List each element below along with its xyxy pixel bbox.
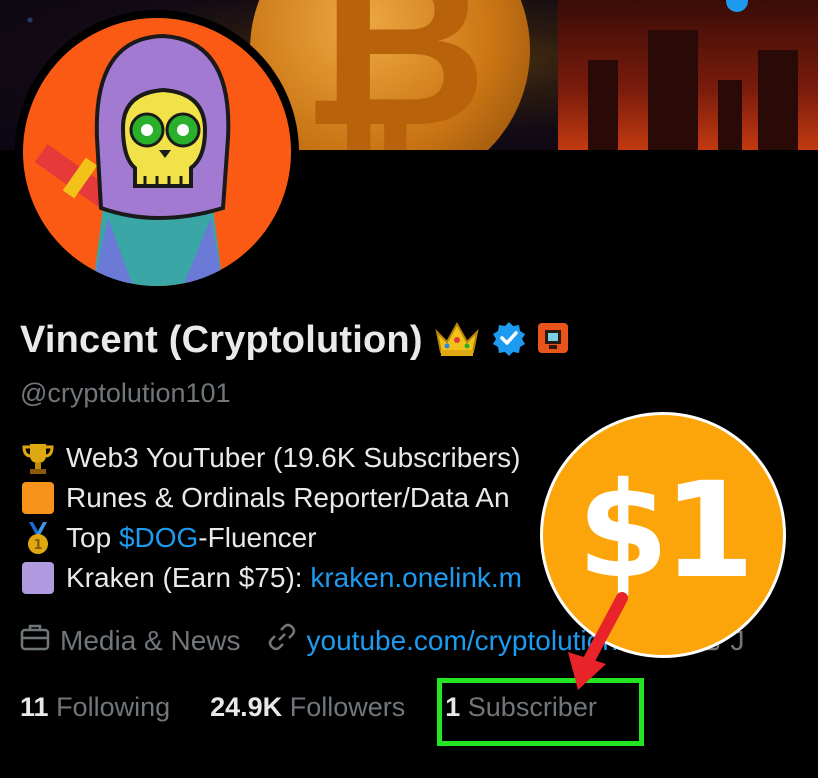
trophy-icon (20, 440, 56, 476)
followers-stat[interactable]: 24.9K Followers (210, 692, 405, 723)
kraken-referral-link[interactable]: kraken.onelink.m (310, 562, 522, 593)
crown-icon (433, 318, 481, 363)
dog-cashtag-link[interactable]: $DOG (119, 522, 198, 553)
name-row: Vincent (Cryptolution) (20, 318, 569, 363)
price-text: $1 (577, 454, 755, 608)
avatar-image (23, 18, 291, 286)
following-stat[interactable]: 11 Following (20, 692, 170, 723)
banner-city-graphic (558, 0, 818, 150)
briefcase-icon (20, 623, 50, 658)
link-icon (267, 622, 297, 659)
svg-text:1: 1 (33, 538, 42, 553)
affiliate-badge-icon[interactable] (537, 322, 569, 359)
verified-badge-icon[interactable] (491, 320, 527, 361)
purple-square-icon (20, 560, 56, 596)
category: Media & News (20, 623, 241, 658)
medal-icon: 1 (20, 520, 56, 556)
handle: @cryptolution101 (20, 378, 231, 408)
avatar[interactable] (15, 10, 299, 294)
bitcoin-symbol: ₿ (300, 0, 488, 150)
display-name: Vincent (Cryptolution) (20, 319, 423, 361)
orange-square-icon (20, 480, 56, 516)
red-arrow-icon (560, 590, 640, 695)
skull-hoodie-icon (34, 33, 231, 286)
